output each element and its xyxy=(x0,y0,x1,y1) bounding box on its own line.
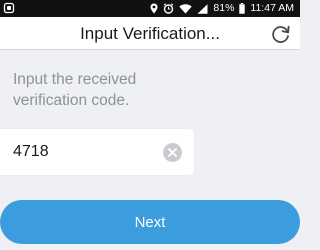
signal-icon xyxy=(197,3,208,14)
clear-button[interactable] xyxy=(163,143,182,162)
verification-code-input[interactable] xyxy=(0,129,160,175)
battery-percent: 81% xyxy=(213,2,235,14)
battery-icon xyxy=(239,3,246,14)
status-bar: 81% 11:47 AM xyxy=(0,0,300,17)
status-time: 11:47 AM xyxy=(250,2,294,14)
header-bar: Input Verification... xyxy=(0,17,300,50)
verification-code-field xyxy=(0,129,194,175)
next-button[interactable]: Next xyxy=(0,200,300,244)
wifi-icon xyxy=(179,3,193,13)
alarm-icon xyxy=(164,3,174,14)
clear-icon xyxy=(168,148,177,157)
status-bar-left xyxy=(3,2,15,14)
location-pin-icon xyxy=(150,3,158,14)
instruction-text: Input the received verification code. xyxy=(13,71,137,109)
page-title: Input Verification... xyxy=(80,24,220,43)
status-bar-right: 81% 11:47 AM xyxy=(150,0,294,17)
notification-icon xyxy=(3,2,15,14)
refresh-icon[interactable] xyxy=(270,23,292,45)
